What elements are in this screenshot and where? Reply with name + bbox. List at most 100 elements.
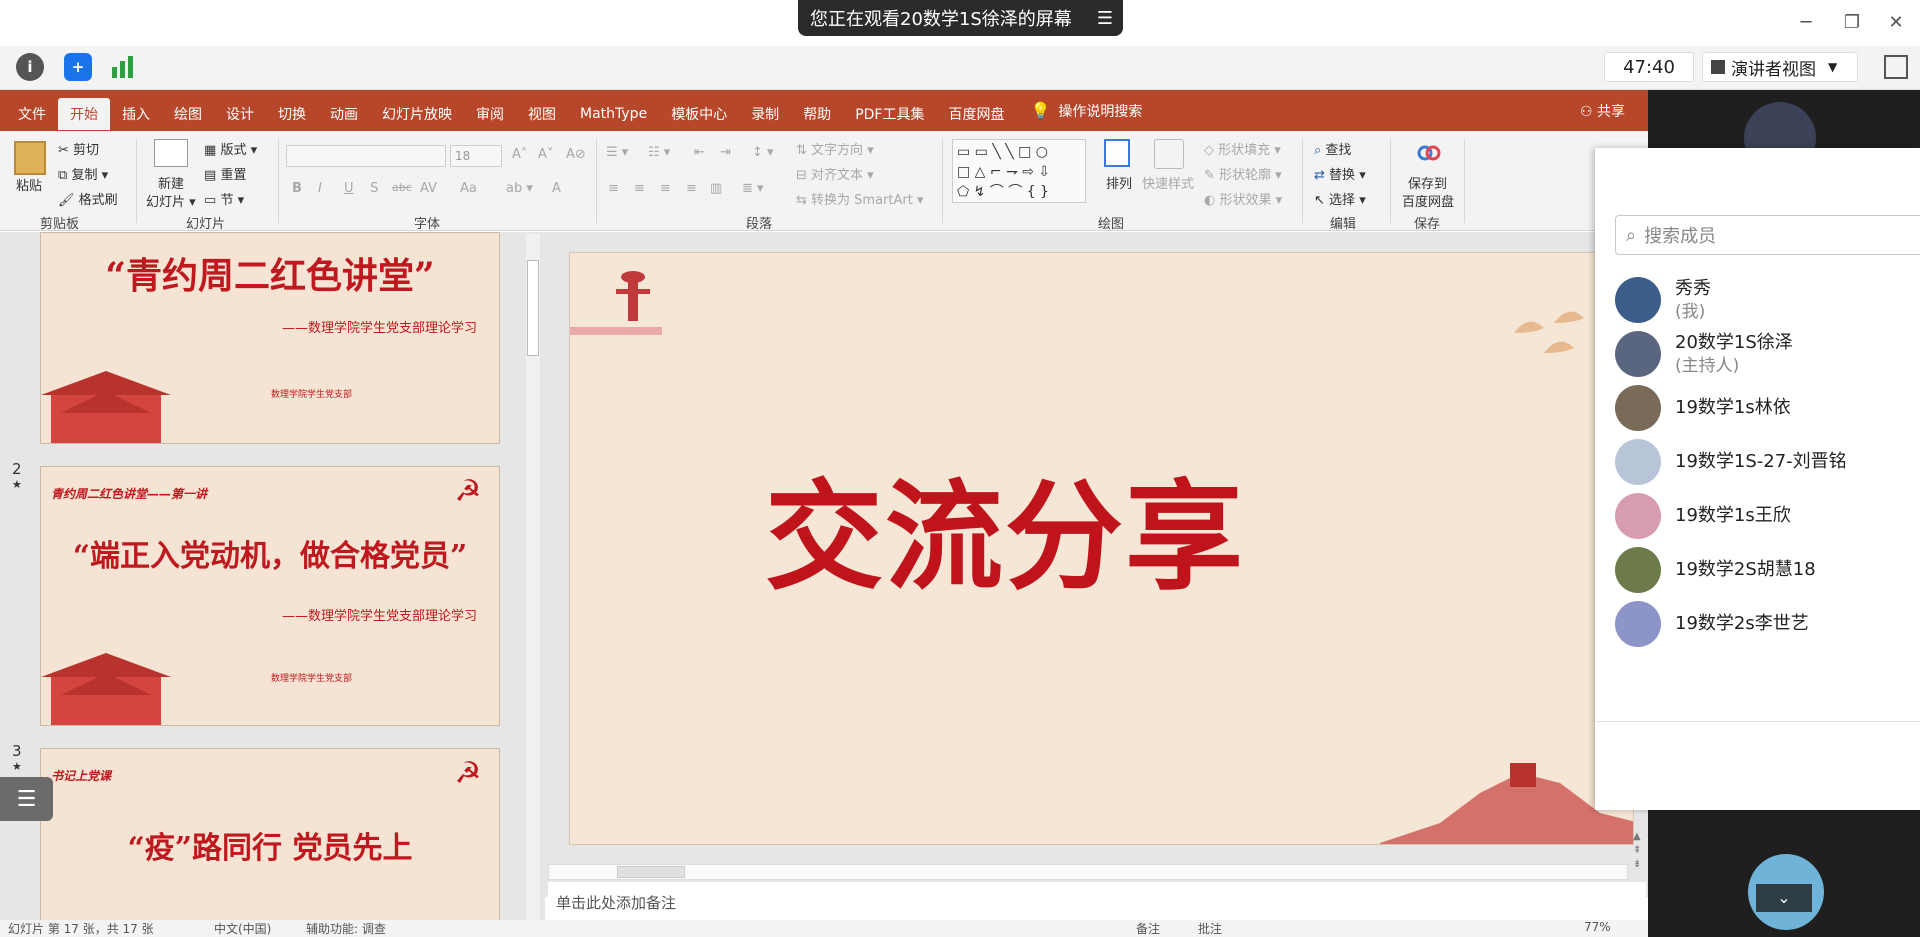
ribbon-tab[interactable]: 切换: [266, 98, 318, 130]
slide-nav-arrows[interactable]: ▲ ⇞ ⇟: [1633, 830, 1645, 874]
signal-bars-icon[interactable]: [110, 55, 136, 79]
share-button[interactable]: ⚇ 共享: [1580, 101, 1625, 121]
strikethrough-button[interactable]: abc: [392, 181, 412, 194]
notes-pane[interactable]: 单击此处添加备注: [548, 882, 1646, 920]
member-list-item[interactable]: 20数学1S徐泽 (主持人): [1615, 325, 1915, 383]
minimize-button[interactable]: ─: [1788, 8, 1824, 36]
line-spacing-icon[interactable]: ↕ ▾: [752, 145, 774, 160]
ribbon-tab[interactable]: 帮助: [791, 98, 843, 130]
cut-button[interactable]: ✂ 剪切: [58, 139, 99, 158]
change-case-button[interactable]: Aa: [460, 181, 477, 196]
grow-font-icon[interactable]: A˄: [512, 147, 527, 162]
member-list-item[interactable]: 19数学1s林依: [1615, 379, 1915, 437]
shield-icon[interactable]: +: [64, 53, 92, 81]
ribbon-tab[interactable]: 录制: [739, 98, 791, 130]
slide-thumbnail-1[interactable]: “青约周二红色讲堂” ——数理学院学生党支部理论学习 数理学院学生党支部: [40, 232, 500, 444]
ribbon-tab[interactable]: 开始: [58, 97, 110, 130]
replace-button[interactable]: ⇄ 替换 ▾: [1314, 164, 1366, 183]
shape-fill-button[interactable]: ◇ 形状填充 ▾: [1204, 139, 1281, 158]
bullets-icon[interactable]: ☰ ▾: [606, 145, 628, 160]
columns-icon[interactable]: ▥: [710, 181, 722, 196]
section-button[interactable]: ▭ 节 ▾: [204, 189, 244, 208]
save-to-baidu-button[interactable]: 保存到: [1408, 173, 1447, 192]
shape-outline-button[interactable]: ✎ 形状轮廓 ▾: [1204, 164, 1282, 183]
info-icon[interactable]: i: [16, 53, 44, 81]
search-members-input[interactable]: ⌕ 搜索成员: [1615, 215, 1920, 255]
italic-button[interactable]: I: [318, 181, 322, 196]
member-list-item[interactable]: 19数学2S胡慧18: [1615, 541, 1915, 599]
format-painter-button[interactable]: 🖌 格式刷: [58, 189, 118, 208]
scrollbar-thumb[interactable]: [617, 866, 685, 878]
ribbon-tab[interactable]: 百度网盘: [936, 98, 1016, 130]
list-menu-button[interactable]: ☰: [0, 777, 53, 821]
ribbon-tab[interactable]: 审阅: [464, 98, 516, 130]
shadow-button[interactable]: S: [370, 181, 378, 196]
slide-title[interactable]: 交流分享: [570, 441, 1440, 612]
align-center-icon[interactable]: ≡: [634, 181, 645, 196]
font-size-field[interactable]: 18: [450, 145, 502, 167]
increase-indent-icon[interactable]: ⇥: [720, 145, 731, 160]
accessibility-status[interactable]: 辅助功能: 调查: [306, 920, 386, 937]
shape-effects-button[interactable]: ◐ 形状效果 ▾: [1204, 189, 1282, 208]
align-right-icon[interactable]: ≡: [660, 181, 671, 196]
scrollbar-thumb[interactable]: [527, 260, 539, 356]
slide-thumbnail-2[interactable]: 青约周二红色讲堂——第一讲 ☭ “端正入党动机，做合格党员” ——数理学院学生党…: [40, 466, 500, 726]
presenter-view-dropdown[interactable]: 演讲者视图 ▼: [1702, 52, 1858, 82]
save-to-baidu-button-2[interactable]: 百度网盘: [1402, 191, 1454, 210]
member-list-item[interactable]: 19数学1S-27-刘晋铭: [1615, 433, 1915, 491]
close-button[interactable]: ✕: [1878, 8, 1914, 36]
ribbon-tab[interactable]: 绘图: [162, 98, 214, 130]
screen-share-banner[interactable]: 您正在观看20数学1S徐泽的屏幕 ☰: [798, 0, 1123, 36]
numbering-icon[interactable]: ☷ ▾: [648, 145, 670, 160]
restore-button[interactable]: ❐: [1834, 8, 1870, 36]
font-name-field[interactable]: [286, 145, 446, 167]
smartart-button[interactable]: ⇆ 转换为 SmartArt ▾: [796, 189, 924, 208]
ribbon-tab[interactable]: 设计: [214, 98, 266, 130]
align-text-button[interactable]: ⊟ 对齐文本 ▾: [796, 164, 874, 183]
copy-button[interactable]: ⧉ 复制 ▾: [58, 164, 108, 183]
ribbon-tab[interactable]: PDF工具集: [843, 98, 936, 130]
layout-button[interactable]: ▦ 版式 ▾: [204, 139, 257, 158]
highlight-icon[interactable]: ab ▾: [506, 181, 533, 196]
decrease-indent-icon[interactable]: ⇤: [694, 145, 705, 160]
shapes-gallery[interactable]: ▭ ▭ ╲ ╲ □ ○ □ △ ⌐ ⇁ ⇨ ⇩ ⬠ ↯ ⌒ ⌒ { }: [952, 139, 1086, 203]
clear-format-icon[interactable]: A⊘: [566, 147, 586, 162]
font-color-button[interactable]: A: [552, 181, 561, 196]
justify-icon[interactable]: ≡: [686, 181, 697, 196]
underline-button[interactable]: U: [344, 181, 354, 196]
align-left-icon[interactable]: ≡: [608, 181, 619, 196]
new-slide-button-2[interactable]: 幻灯片 ▾: [146, 191, 196, 210]
current-slide[interactable]: 交流分享: [569, 252, 1634, 845]
ribbon-tab[interactable]: 视图: [516, 98, 568, 130]
thumbnail-scrollbar[interactable]: [526, 234, 540, 920]
tell-me-search[interactable]: 操作说明搜索: [1058, 101, 1142, 121]
select-button[interactable]: ↖ 选择 ▾: [1314, 189, 1366, 208]
find-button[interactable]: ⌕ 查找: [1314, 139, 1351, 158]
ribbon-tab[interactable]: 动画: [318, 98, 370, 130]
reset-button[interactable]: ▤ 重置: [204, 164, 246, 183]
member-list-item[interactable]: 19数学2s李世艺: [1615, 595, 1915, 653]
language-status[interactable]: 中文(中国): [214, 920, 271, 937]
chevron-down-icon[interactable]: ⌄: [1756, 884, 1812, 912]
bold-button[interactable]: B: [292, 181, 302, 196]
ribbon-tab[interactable]: MathType: [568, 98, 659, 130]
member-list-item[interactable]: 19数学1s王欣: [1615, 487, 1915, 545]
ribbon-tab[interactable]: 幻灯片放映: [370, 98, 464, 130]
ribbon-tab[interactable]: 插入: [110, 98, 162, 130]
text-direction-button[interactable]: ⇅ 文字方向 ▾: [796, 139, 874, 158]
char-spacing-button[interactable]: AV: [420, 181, 437, 196]
notes-toggle[interactable]: 备注: [1136, 920, 1160, 937]
quick-styles-button[interactable]: 快速样式: [1142, 173, 1194, 192]
ribbon-tab[interactable]: 模板中心: [659, 98, 739, 130]
new-slide-button[interactable]: 新建: [158, 173, 184, 192]
paste-button[interactable]: 粘贴: [16, 175, 42, 194]
distribute-icon[interactable]: ≣ ▾: [742, 181, 764, 196]
comments-toggle[interactable]: 批注: [1198, 920, 1222, 937]
member-list-item[interactable]: 秀秀 (我): [1615, 271, 1915, 329]
shrink-font-icon[interactable]: A˅: [538, 147, 553, 162]
fullscreen-icon[interactable]: [1884, 55, 1908, 79]
slide-thumbnail-3[interactable]: 书记上党课 ☭ “疫”路同行 党员先上: [40, 748, 500, 922]
arrange-button[interactable]: 排列: [1106, 173, 1132, 192]
horizontal-scrollbar[interactable]: [548, 864, 1628, 880]
ribbon-tab[interactable]: 文件: [6, 98, 58, 130]
